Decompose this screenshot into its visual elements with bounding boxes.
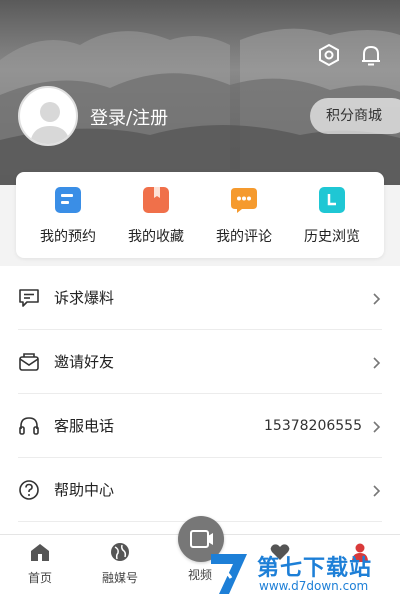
menu-item-service-phone[interactable]: 客服电话 15378206555 bbox=[18, 394, 382, 458]
menu-list: 诉求爆料 邀请好友 客服电话 15378206555 帮助中心 bbox=[0, 266, 400, 534]
quick-action-comments[interactable]: 我的评论 bbox=[200, 184, 288, 258]
menu-item-label: 客服电话 bbox=[54, 417, 115, 435]
help-icon bbox=[18, 479, 40, 501]
tab-home[interactable]: 首页 bbox=[10, 541, 70, 586]
bookmark-icon bbox=[140, 184, 172, 216]
chevron-right-icon bbox=[372, 419, 382, 433]
service-phone-number[interactable]: 15378206555 bbox=[264, 418, 362, 434]
bell-icon[interactable] bbox=[358, 42, 384, 68]
quick-action-history[interactable]: 历史浏览 bbox=[288, 184, 376, 258]
quick-actions-card: 我的预约 我的收藏 我的评论 历史浏览 bbox=[16, 172, 384, 258]
quick-action-favorites[interactable]: 我的收藏 bbox=[112, 184, 200, 258]
comment-icon bbox=[228, 184, 260, 216]
login-register-link[interactable]: 登录/注册 bbox=[90, 104, 168, 130]
invite-icon bbox=[18, 351, 40, 373]
reservation-icon bbox=[52, 184, 84, 216]
tab-label: 首页 bbox=[27, 571, 52, 585]
tab-media[interactable]: 融媒号 bbox=[90, 541, 150, 586]
menu-item-help[interactable]: 帮助中心 bbox=[18, 458, 382, 522]
quick-action-label: 我的评论 bbox=[216, 229, 272, 245]
watermark-logo: 第七下载站 www.d7down.com bbox=[205, 548, 400, 600]
menu-item-label: 邀请好友 bbox=[54, 353, 115, 371]
watermark-7-logo-icon bbox=[211, 554, 247, 594]
home-icon bbox=[29, 541, 51, 563]
chevron-right-icon bbox=[372, 355, 382, 369]
watermark-brand: 第七下载站 bbox=[257, 556, 373, 581]
menu-item-label: 诉求爆料 bbox=[54, 289, 115, 307]
quick-action-label: 历史浏览 bbox=[304, 229, 360, 245]
quick-action-reservations[interactable]: 我的预约 bbox=[24, 184, 112, 258]
menu-item-report[interactable]: 诉求爆料 bbox=[18, 266, 382, 330]
chevron-right-icon bbox=[372, 483, 382, 497]
settings-icon[interactable] bbox=[316, 42, 342, 68]
points-mall-button[interactable]: 积分商城 bbox=[310, 98, 400, 134]
watermark-url: www.d7down.com bbox=[259, 579, 369, 593]
report-icon bbox=[18, 287, 40, 309]
quick-action-label: 我的收藏 bbox=[128, 229, 184, 245]
globe-icon bbox=[109, 541, 131, 563]
menu-item-invite[interactable]: 邀请好友 bbox=[18, 330, 382, 394]
history-icon bbox=[316, 184, 348, 216]
avatar[interactable] bbox=[18, 86, 78, 146]
menu-item-label: 帮助中心 bbox=[54, 481, 115, 499]
headset-icon bbox=[18, 415, 40, 437]
profile-header: 登录/注册 积分商城 bbox=[0, 0, 400, 200]
quick-action-label: 我的预约 bbox=[40, 229, 96, 245]
chevron-right-icon bbox=[372, 291, 382, 305]
tab-label: 融媒号 bbox=[101, 571, 138, 585]
